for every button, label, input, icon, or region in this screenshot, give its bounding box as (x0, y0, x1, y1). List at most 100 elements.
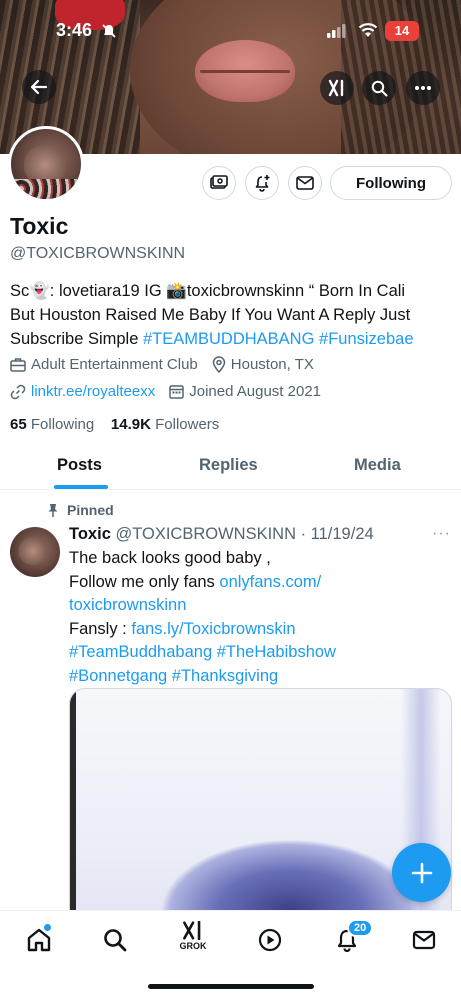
silent-mode-icon (102, 24, 116, 38)
post-header: Toxic @TOXICBROWNSKINN · 11/19/24 (69, 525, 374, 544)
envelope-icon (296, 176, 314, 190)
followers-count-link[interactable]: 14.9K Followers (111, 416, 219, 433)
following-count-link[interactable]: 65 Following (10, 416, 94, 433)
bio-line-1: Sc👻: lovetiara19 IG 📸toxicbrownskinn “ B… (10, 282, 406, 300)
bio-line-3: Subscribe Simple #TEAMBUDDHABANG #Funsiz… (10, 327, 450, 351)
profile-meta-row-1: Adult Entertainment Club Houston, TX (10, 356, 328, 373)
profile-name: Toxic (10, 213, 69, 239)
play-circle-icon (258, 928, 282, 952)
active-tab-indicator (54, 485, 108, 489)
tab-media[interactable]: Media (354, 456, 401, 475)
banner-photo-lipline (200, 70, 290, 73)
search-icon (104, 929, 127, 952)
status-bar: 3:46 14 (0, 20, 461, 44)
nav-grok[interactable]: GROK (178, 921, 208, 951)
follow-counts: 65 Following 14.9K Followers (10, 416, 219, 433)
nav-video[interactable] (255, 925, 285, 955)
compose-post-button[interactable] (392, 843, 451, 902)
profile-location-text: Houston, TX (230, 356, 314, 373)
followers-count: 14.9K (110, 416, 151, 433)
hashtag-bonnetgang[interactable]: #Bonnetgang (69, 667, 167, 685)
profile-website-link[interactable]: linktr.ee/royalteexx (31, 383, 155, 400)
back-button[interactable] (22, 70, 56, 104)
message-button[interactable] (288, 166, 322, 200)
pinned-indicator: Pinned (47, 502, 114, 518)
profile-meta-row-2: linktr.ee/royalteexx Joined August 2021 (10, 383, 335, 400)
link-icon (10, 384, 26, 399)
post-line-1: The back looks good baby , (69, 549, 271, 567)
profile-joined: Joined August 2021 (169, 383, 321, 400)
avatar-pillow-pattern (11, 179, 81, 199)
cellular-signal-icon (327, 24, 346, 38)
calendar-icon (169, 385, 184, 399)
arrow-left-icon (30, 79, 48, 95)
post-line-4-text: Fansly : (69, 619, 132, 638)
following-label: Following (30, 416, 95, 433)
profile-avatar[interactable] (8, 126, 84, 202)
post-line-4: Fansly : fans.ly/Toxicbrownskin (69, 618, 444, 642)
more-options-button[interactable] (406, 71, 440, 105)
money-icon (210, 175, 228, 189)
envelope-icon (412, 930, 436, 950)
tab-replies[interactable]: Replies (199, 456, 258, 475)
post-author-handle-date: @TOXICBROWNSKINN · 11/19/24 (115, 525, 374, 543)
notification-badge: 20 (347, 919, 374, 937)
home-indicator (148, 984, 314, 989)
bio-line-2: But Houston Raised Me Baby If You Want A… (10, 306, 411, 324)
post-author-name[interactable]: Toxic (69, 525, 111, 543)
following-count: 65 (10, 416, 27, 433)
hashtag-thehabibshow[interactable]: #TheHabibshow (217, 643, 336, 661)
following-button[interactable]: Following (330, 166, 452, 200)
pinned-label: Pinned (67, 502, 114, 518)
post-media-image[interactable] (69, 688, 452, 928)
onlyfans-link[interactable]: onlyfans.com/ (219, 573, 321, 591)
profile-bio: Sc👻: lovetiara19 IG 📸toxicbrownskinn “ B… (10, 279, 450, 351)
post-text: The back looks good baby , Follow me onl… (69, 547, 444, 688)
plus-icon (411, 862, 432, 883)
fansly-link[interactable]: fans.ly/Toxicbrownskin (131, 620, 295, 638)
pin-icon (48, 503, 58, 517)
profile-category-text: Adult Entertainment Club (31, 356, 198, 373)
bio-hashtag-teambuddhabang[interactable]: #TEAMBUDDHABANG (143, 330, 314, 348)
hashtag-thanksgiving[interactable]: #Thanksgiving (172, 667, 278, 685)
notifications-toggle-button[interactable] (245, 166, 279, 200)
nav-messages[interactable] (409, 925, 439, 955)
post-author-avatar[interactable] (10, 527, 60, 577)
bio-hashtag-funsizebae[interactable]: #Funsizebae (319, 330, 413, 348)
onlyfans-link-cont[interactable]: toxicbrownskinn (69, 596, 186, 614)
battery-indicator: 14 (385, 21, 419, 41)
post-line-3: toxicbrownskinn (69, 594, 444, 618)
search-icon (371, 80, 387, 96)
profile-location: Houston, TX (212, 356, 314, 373)
grok-icon (328, 79, 344, 97)
subscribe-money-button[interactable] (202, 166, 236, 200)
media-edge (70, 689, 76, 927)
post-more-button[interactable]: ··· (432, 525, 451, 543)
profile-handle: @TOXICBROWNSKINN (10, 245, 186, 262)
grok-label: GROK (179, 941, 207, 951)
profile-website[interactable]: linktr.ee/royalteexx (10, 383, 155, 400)
post-line-2: Follow me only fans onlyfans.com/ (69, 571, 444, 595)
grok-button[interactable] (320, 71, 354, 105)
profile-joined-text: Joined August 2021 (189, 383, 322, 400)
post-line-5: #TeamBuddhabang #TheHabibshow (69, 641, 444, 665)
grok-icon (183, 921, 201, 940)
home-unread-dot (44, 924, 51, 931)
search-button[interactable] (362, 71, 396, 105)
bell-plus-icon (255, 175, 270, 192)
status-time: 3:46 (56, 20, 93, 40)
location-pin-icon (212, 356, 226, 373)
more-dots-icon (415, 86, 431, 90)
bio-line-3-text: Subscribe Simple (10, 330, 143, 348)
briefcase-icon (10, 358, 26, 372)
nav-search[interactable] (100, 925, 130, 955)
profile-category: Adult Entertainment Club (10, 356, 198, 373)
wifi-icon (358, 23, 378, 37)
post-line-6: #Bonnetgang #Thanksgiving (69, 665, 444, 689)
post-avatar-face (18, 537, 48, 565)
tab-posts[interactable]: Posts (57, 456, 102, 475)
post-line-2-text: Follow me only fans (69, 572, 220, 591)
profile-tabs: Posts Replies Media (0, 440, 461, 490)
hashtag-teambuddhabang[interactable]: #TeamBuddhabang (69, 643, 212, 661)
followers-label: Followers (155, 416, 220, 433)
